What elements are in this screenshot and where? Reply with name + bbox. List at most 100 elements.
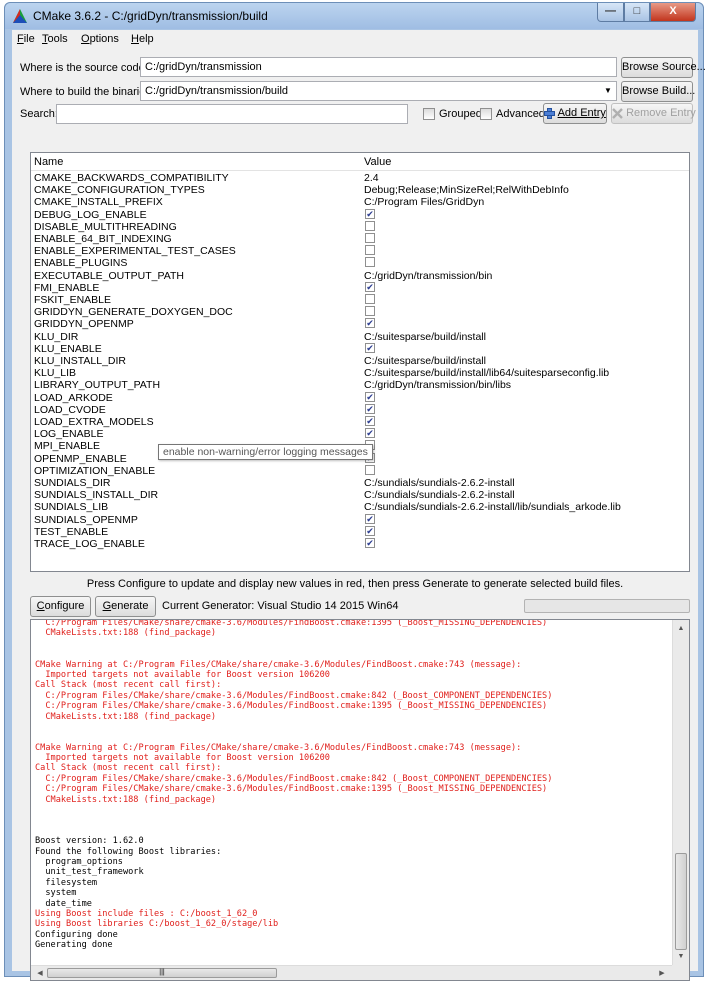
table-row[interactable]: CMAKE_CONFIGURATION_TYPES Debug;Release;M…	[31, 184, 689, 196]
title-bar[interactable]: CMake 3.6.2 - C:/gridDyn/transmission/bu…	[5, 3, 703, 29]
menu-tools[interactable]: Tools	[42, 33, 68, 45]
value-checkbox[interactable]: ✔	[365, 416, 375, 426]
variable-value[interactable]: C:/gridDyn/transmission/bin/libs	[364, 379, 511, 391]
source-path-input[interactable]: C:/gridDyn/transmission	[140, 57, 617, 77]
value-checkbox[interactable]	[365, 294, 375, 304]
column-header-value[interactable]: Value	[364, 156, 391, 168]
search-input[interactable]	[56, 104, 408, 124]
table-row[interactable]: CMAKE_BACKWARDS_COMPATIBILITY 2.4	[31, 172, 689, 184]
value-checkbox[interactable]: ✔	[365, 281, 375, 292]
table-row[interactable]: FMI_ENABLE ✔	[31, 281, 689, 294]
maximize-button[interactable]: □	[624, 3, 650, 22]
variable-name: CMAKE_INSTALL_PREFIX	[34, 196, 163, 209]
column-header-name[interactable]: Name	[34, 156, 63, 168]
value-checkbox[interactable]: ✔	[365, 538, 375, 548]
scroll-left-arrow-icon[interactable]: ◀	[35, 969, 45, 977]
variable-value[interactable]: C:/sundials/sundials-2.6.2-install	[364, 489, 515, 501]
table-row[interactable]: TEST_ENABLE ✔	[31, 525, 689, 538]
add-entry-button[interactable]: Add Entry	[543, 103, 607, 124]
value-checkbox[interactable]	[365, 245, 375, 256]
variable-value[interactable]: 2.4	[364, 172, 379, 184]
chevron-down-icon[interactable]: ▼	[603, 86, 613, 96]
table-row[interactable]: LOG_ENABLE ✔	[31, 428, 689, 440]
variable-name: SUNDIALS_OPENMP	[34, 513, 138, 526]
log-line: Imported targets not available for Boost…	[35, 753, 330, 764]
configure-button[interactable]: Configure	[30, 596, 91, 617]
browse-build-button[interactable]: Browse Build...	[621, 81, 695, 102]
value-checkbox[interactable]	[365, 233, 375, 243]
value-checkbox[interactable]: ✔	[365, 342, 375, 353]
output-log[interactable]: C:/Program Files/CMake/share/cmake-3.6/M…	[30, 619, 690, 981]
table-row[interactable]: GRIDDYN_GENERATE_DOXYGEN_DOC	[31, 306, 689, 318]
value-checkbox[interactable]	[365, 306, 375, 317]
table-row[interactable]: ENABLE_PLUGINS	[31, 257, 689, 269]
table-row[interactable]: DEBUG_LOG_ENABLE ✔	[31, 208, 689, 221]
variable-value[interactable]: C:/sundials/sundials-2.6.2-install/lib/s…	[364, 501, 621, 513]
value-checkbox[interactable]	[365, 464, 375, 475]
table-row[interactable]: ENABLE_64_BIT_INDEXING	[31, 233, 689, 245]
table-row[interactable]: KLU_DIR C:/suitesparse/build/install	[31, 331, 689, 343]
variable-name: DISABLE_MULTITHREADING	[34, 220, 177, 233]
table-row[interactable]: ENABLE_EXPERIMENTAL_TEST_CASES	[31, 245, 689, 257]
horizontal-scrollbar[interactable]: ◀ ||| ▶	[31, 965, 672, 980]
table-row[interactable]: LIBRARY_OUTPUT_PATH C:/gridDyn/transmissi…	[31, 379, 689, 391]
table-row[interactable]: TRACE_LOG_ENABLE ✔	[31, 538, 689, 550]
build-path-combobox[interactable]: C:/gridDyn/transmission/build	[140, 81, 617, 101]
variable-value[interactable]: C:/suitesparse/build/install/lib64/suite…	[364, 367, 609, 379]
table-row[interactable]: KLU_ENABLE ✔	[31, 342, 689, 355]
table-row[interactable]: CMAKE_INSTALL_PREFIX C:/Program Files/Gri…	[31, 196, 689, 208]
menu-options-mnemonic: O	[81, 33, 90, 45]
variable-value[interactable]: C:/suitesparse/build/install	[364, 331, 486, 343]
remove-entry-button[interactable]: Remove Entry	[611, 103, 696, 124]
horizontal-scrollbar-thumb[interactable]: |||	[47, 968, 277, 978]
minimize-button[interactable]: —	[597, 3, 624, 22]
table-row[interactable]: EXECUTABLE_OUTPUT_PATH C:/gridDyn/transmi…	[31, 270, 689, 282]
variable-value[interactable]: Debug;Release;MinSizeRel;RelWithDebInfo	[364, 184, 569, 196]
scrollbar-thumb[interactable]	[675, 853, 687, 950]
table-row[interactable]: KLU_INSTALL_DIR C:/suitesparse/build/inst…	[31, 355, 689, 367]
log-line: C:/Program Files/CMake/share/cmake-3.6/M…	[35, 773, 553, 784]
table-row[interactable]: SUNDIALS_INSTALL_DIR C:/sundials/sundials…	[31, 489, 689, 501]
scroll-right-arrow-icon[interactable]: ▶	[657, 969, 667, 977]
log-line: Configuring done	[35, 929, 118, 940]
value-checkbox[interactable]: ✔	[365, 403, 375, 414]
browse-source-button[interactable]: Browse Source...	[621, 57, 706, 78]
value-checkbox[interactable]: ✔	[365, 513, 375, 524]
table-row[interactable]: SUNDIALS_OPENMP ✔	[31, 513, 689, 526]
value-checkbox[interactable]: ✔	[365, 428, 375, 439]
close-button[interactable]: X	[650, 3, 696, 22]
menu-options[interactable]: Options	[81, 33, 119, 45]
menu-file[interactable]: File	[17, 33, 35, 45]
scroll-up-arrow-icon[interactable]: ▲	[676, 625, 686, 632]
advanced-checkbox[interactable]	[480, 108, 492, 120]
table-row[interactable]: GRIDDYN_OPENMP ✔	[31, 318, 689, 330]
table-row[interactable]: LOAD_ARKODE ✔	[31, 391, 689, 404]
table-row[interactable]: SUNDIALS_DIR C:/sundials/sundials-2.6.2-i…	[31, 477, 689, 489]
table-row[interactable]: OPTIMIZATION_ENABLE	[31, 464, 689, 477]
variable-value[interactable]: C:/suitesparse/build/install	[364, 355, 486, 367]
source-label: Where is the source code:	[20, 62, 148, 74]
table-row[interactable]: LOAD_CVODE ✔	[31, 403, 689, 416]
menu-help[interactable]: Help	[131, 33, 154, 45]
variable-name: LOAD_CVODE	[34, 403, 106, 416]
table-row[interactable]: KLU_LIB C:/suitesparse/build/install/lib6…	[31, 367, 689, 379]
grouped-checkbox[interactable]	[423, 108, 435, 120]
variable-name: OPTIMIZATION_ENABLE	[34, 464, 156, 477]
value-checkbox[interactable]: ✔	[365, 318, 375, 329]
scroll-down-arrow-icon[interactable]: ▼	[676, 953, 686, 960]
vertical-scrollbar[interactable]: ▲ ▼	[672, 620, 689, 965]
value-checkbox[interactable]	[365, 257, 375, 268]
generate-button[interactable]: Generate	[95, 596, 156, 617]
variable-value[interactable]: C:/Program Files/GridDyn	[364, 196, 484, 208]
value-checkbox[interactable]: ✔	[365, 208, 375, 219]
table-row[interactable]: FSKIT_ENABLE	[31, 294, 689, 306]
cache-variables-table[interactable]: Name Value CMAKE_BACKWARDS_COMPATIBILITY…	[30, 152, 690, 572]
variable-value[interactable]: C:/sundials/sundials-2.6.2-install	[364, 477, 515, 489]
value-checkbox[interactable]: ✔	[365, 525, 375, 536]
table-row[interactable]: DISABLE_MULTITHREADING	[31, 220, 689, 233]
table-row[interactable]: LOAD_EXTRA_MODELS ✔	[31, 416, 689, 428]
variable-value[interactable]: C:/gridDyn/transmission/bin	[364, 270, 492, 282]
value-checkbox[interactable]: ✔	[365, 391, 375, 402]
value-checkbox[interactable]	[365, 220, 375, 231]
table-row[interactable]: SUNDIALS_LIB C:/sundials/sundials-2.6.2-i…	[31, 501, 689, 513]
